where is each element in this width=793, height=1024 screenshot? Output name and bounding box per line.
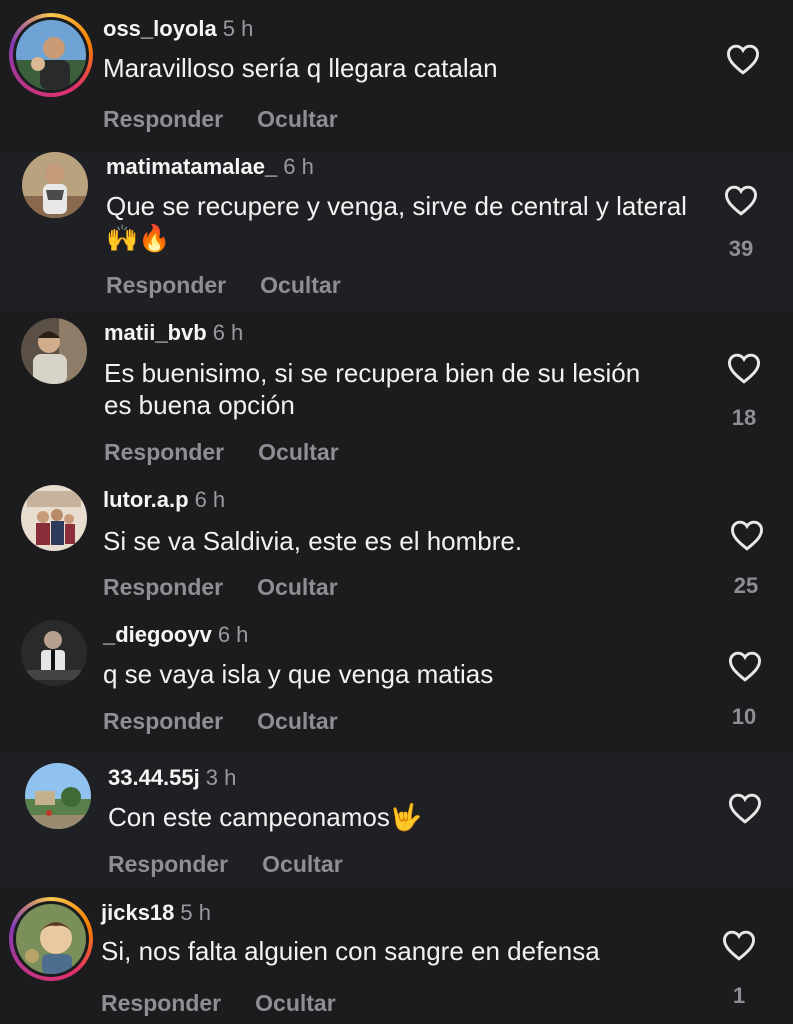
heart-outline-icon[interactable] bbox=[725, 43, 761, 75]
heart-outline-icon[interactable] bbox=[727, 792, 763, 824]
timestamp: 6 h bbox=[194, 487, 226, 512]
username[interactable]: jicks18 bbox=[101, 900, 174, 925]
avatar[interactable] bbox=[22, 152, 88, 218]
comment-header: matimatamalae_ 6 h bbox=[106, 154, 314, 180]
heart-outline-icon[interactable] bbox=[723, 184, 759, 216]
heart-outline-icon[interactable] bbox=[721, 929, 757, 961]
comment-actions: Responder Ocultar bbox=[103, 708, 338, 735]
hide-button[interactable]: Ocultar bbox=[257, 708, 338, 734]
comment-header: lutor.a.p 6 h bbox=[103, 487, 225, 513]
comment-header: _diegooyv 6 h bbox=[103, 622, 248, 648]
comment-header: matii_bvb 6 h bbox=[104, 320, 243, 346]
heart-outline-icon[interactable] bbox=[727, 650, 763, 682]
avatar-image bbox=[16, 20, 86, 90]
reply-button[interactable]: Responder bbox=[103, 574, 223, 600]
username[interactable]: oss_loyola bbox=[103, 16, 217, 41]
comment-actions: Responder Ocultar bbox=[108, 851, 343, 878]
story-ring[interactable] bbox=[9, 13, 93, 97]
like-count: 1 bbox=[732, 983, 746, 1008]
story-ring[interactable] bbox=[9, 897, 93, 981]
username[interactable]: matii_bvb bbox=[104, 320, 207, 345]
comment-text: Si, nos falta alguien con sangre en defe… bbox=[101, 936, 600, 966]
reply-button[interactable]: Responder bbox=[108, 851, 228, 877]
heart-outline-icon[interactable] bbox=[726, 352, 762, 384]
hide-button[interactable]: Ocultar bbox=[258, 439, 339, 465]
comment-text: Si se va Saldivia, este es el hombre. bbox=[103, 526, 523, 556]
avatar[interactable] bbox=[16, 20, 86, 90]
reply-button[interactable]: Responder bbox=[103, 106, 223, 132]
avatar[interactable] bbox=[21, 485, 87, 551]
comment-header: jicks18 5 h bbox=[101, 900, 211, 926]
avatar[interactable] bbox=[21, 620, 87, 686]
timestamp: 5 h bbox=[222, 16, 254, 41]
reply-button[interactable]: Responder bbox=[106, 272, 226, 298]
hide-button[interactable]: Ocultar bbox=[257, 106, 338, 132]
avatar-image bbox=[21, 620, 87, 686]
like-count: 18 bbox=[731, 405, 757, 430]
reply-button[interactable]: Responder bbox=[104, 439, 224, 465]
comment-header: 33.44.55j 3 h bbox=[108, 765, 236, 791]
hide-button[interactable]: Ocultar bbox=[257, 574, 338, 600]
comment-text: Maravilloso sería q llegara catalan bbox=[103, 53, 498, 83]
avatar[interactable] bbox=[21, 318, 87, 384]
timestamp: 6 h bbox=[217, 622, 249, 647]
username[interactable]: matimatamalae_ bbox=[106, 154, 277, 179]
like-count: 39 bbox=[728, 236, 754, 261]
hide-button[interactable]: Ocultar bbox=[262, 851, 343, 877]
comment-text: Es buenisimo, si se recupera bien de su … bbox=[104, 358, 641, 420]
reply-button[interactable]: Responder bbox=[103, 708, 223, 734]
comment-actions: Responder Ocultar bbox=[101, 990, 336, 1017]
heart-outline-icon[interactable] bbox=[729, 519, 765, 551]
avatar-image bbox=[21, 485, 87, 551]
comment-actions: Responder Ocultar bbox=[106, 272, 341, 299]
timestamp: 3 h bbox=[205, 765, 237, 790]
avatar-image bbox=[22, 152, 88, 218]
comment-header: oss_loyola 5 h bbox=[103, 16, 253, 42]
hide-button[interactable]: Ocultar bbox=[255, 990, 336, 1016]
avatar[interactable] bbox=[16, 904, 86, 974]
username[interactable]: 33.44.55j bbox=[108, 765, 200, 790]
comment-text: q se vaya isla y que venga matias bbox=[103, 659, 494, 689]
reply-button[interactable]: Responder bbox=[101, 990, 221, 1016]
avatar-image bbox=[21, 318, 87, 384]
comment-actions: Responder Ocultar bbox=[104, 439, 339, 466]
hide-button[interactable]: Ocultar bbox=[260, 272, 341, 298]
avatar-image bbox=[16, 904, 86, 974]
avatar[interactable] bbox=[25, 763, 91, 829]
username[interactable]: _diegooyv bbox=[103, 622, 212, 647]
timestamp: 6 h bbox=[283, 154, 314, 179]
avatar-image bbox=[25, 763, 91, 829]
timestamp: 6 h bbox=[212, 320, 244, 345]
comment-text: Que se recupere y venga, sirve de centra… bbox=[106, 191, 687, 253]
comment-actions: Responder Ocultar bbox=[103, 574, 338, 601]
comment-text: Con este campeonamos🤟 bbox=[108, 802, 423, 832]
like-count: 25 bbox=[733, 573, 759, 598]
comment-actions: Responder Ocultar bbox=[103, 106, 338, 133]
username[interactable]: lutor.a.p bbox=[103, 487, 189, 512]
timestamp: 5 h bbox=[180, 900, 211, 925]
like-count: 10 bbox=[731, 704, 757, 729]
